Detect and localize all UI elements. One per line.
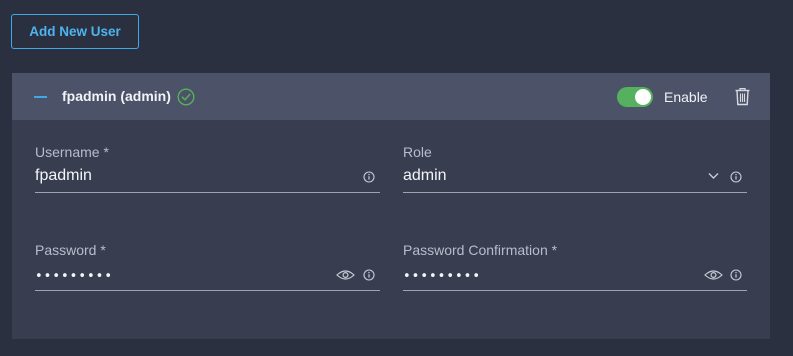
info-icon[interactable]	[363, 171, 375, 183]
toggle-knob	[635, 89, 651, 105]
eye-icon[interactable]	[704, 269, 723, 281]
role-value: admin	[403, 167, 447, 184]
trash-icon[interactable]	[734, 87, 751, 106]
info-icon[interactable]	[730, 171, 742, 183]
user-card-header: fpadmin (admin) Enable	[12, 73, 770, 120]
username-field[interactable]: fpadmin	[35, 163, 380, 193]
user-card: fpadmin (admin) Enable Username * fpadmi…	[12, 73, 770, 339]
info-icon[interactable]	[363, 269, 375, 281]
role-select[interactable]: admin	[403, 163, 747, 193]
username-value: fpadmin	[35, 167, 92, 184]
chevron-down-icon[interactable]	[708, 172, 719, 180]
password-label: Password *	[35, 242, 106, 258]
password-confirmation-field[interactable]: •••••••••	[403, 261, 747, 291]
user-title: fpadmin (admin)	[62, 88, 171, 104]
password-confirmation-label: Password Confirmation *	[403, 242, 558, 258]
password-confirmation-value: •••••••••	[403, 269, 482, 284]
username-label: Username *	[35, 144, 109, 160]
add-new-user-button[interactable]: Add New User	[11, 14, 139, 49]
password-value: •••••••••	[35, 269, 114, 284]
enable-label: Enable	[664, 89, 708, 105]
password-field[interactable]: •••••••••	[35, 261, 380, 291]
info-icon[interactable]	[730, 269, 742, 281]
check-circle-icon	[177, 88, 195, 106]
role-label: Role	[403, 144, 432, 160]
minus-icon	[34, 96, 47, 98]
collapse-button[interactable]	[28, 85, 54, 109]
eye-icon[interactable]	[336, 269, 355, 281]
enable-toggle[interactable]	[617, 87, 653, 107]
